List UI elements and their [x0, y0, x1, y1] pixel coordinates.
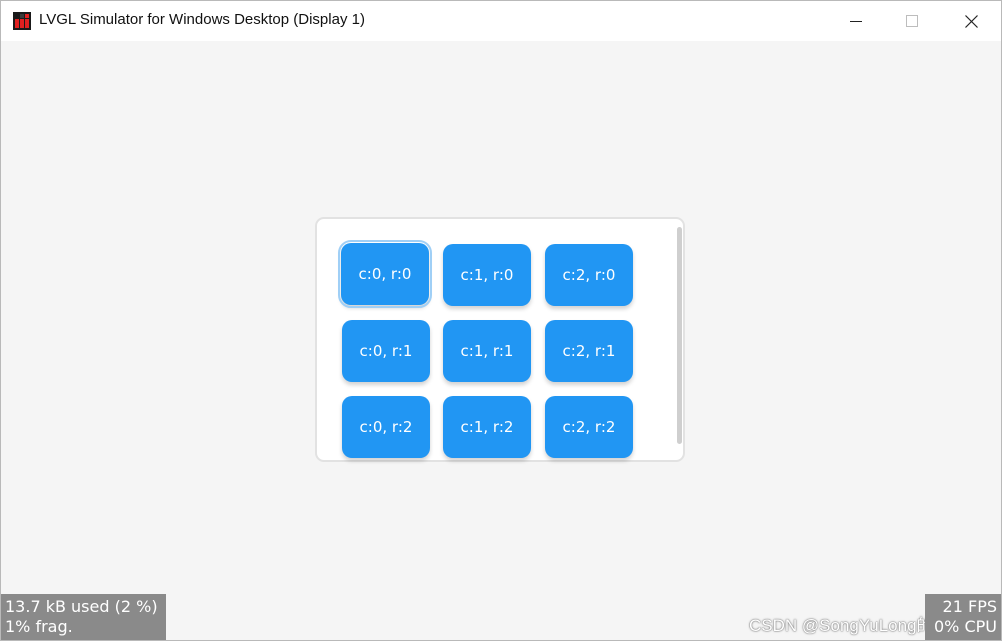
minimize-icon — [850, 21, 862, 22]
grid-button-c0-r0[interactable]: c:0, r:0 — [338, 240, 432, 308]
grid-button-c0-r1[interactable]: c:0, r:1 — [342, 320, 430, 382]
vertical-scrollbar[interactable] — [677, 227, 682, 444]
lvgl-app-icon — [13, 12, 31, 30]
grid-button-c2-r2[interactable]: c:2, r:2 — [545, 396, 633, 458]
memory-frag-label: 1% frag. — [5, 617, 73, 636]
close-icon — [964, 14, 978, 28]
performance-monitor: 21 FPS 0% CPU — [925, 594, 1001, 640]
memory-used-label: 13.7 kB used (2 %) — [5, 597, 158, 616]
maximize-icon — [906, 15, 918, 27]
window-title: LVGL Simulator for Windows Desktop (Disp… — [39, 11, 365, 28]
maximize-button[interactable] — [883, 1, 941, 41]
grid-button-c1-r1[interactable]: c:1, r:1 — [443, 320, 531, 382]
minimize-button[interactable] — [827, 1, 885, 41]
title-bar[interactable]: LVGL Simulator for Windows Desktop (Disp… — [1, 1, 1001, 41]
simulator-window: LVGL Simulator for Windows Desktop (Disp… — [0, 0, 1002, 641]
grid-button-c2-r0[interactable]: c:2, r:0 — [545, 244, 633, 306]
grid-button-c0-r2[interactable]: c:0, r:2 — [342, 396, 430, 458]
fps-label: 21 FPS — [942, 597, 997, 616]
memory-monitor: 13.7 kB used (2 %) 1% frag. — [1, 594, 166, 640]
grid-button-c1-r2[interactable]: c:1, r:2 — [443, 396, 531, 458]
close-button[interactable] — [942, 1, 1000, 41]
cpu-label: 0% CPU — [934, 617, 997, 636]
grid-button-c1-r0[interactable]: c:1, r:0 — [443, 244, 531, 306]
grid-container[interactable]: c:0, r:0 c:1, r:0 c:2, r:0 c:0, r:1 c:1,… — [315, 217, 685, 462]
grid-button-c2-r1[interactable]: c:2, r:1 — [545, 320, 633, 382]
display-area: c:0, r:0 c:1, r:0 c:2, r:0 c:0, r:1 c:1,… — [1, 41, 1001, 640]
